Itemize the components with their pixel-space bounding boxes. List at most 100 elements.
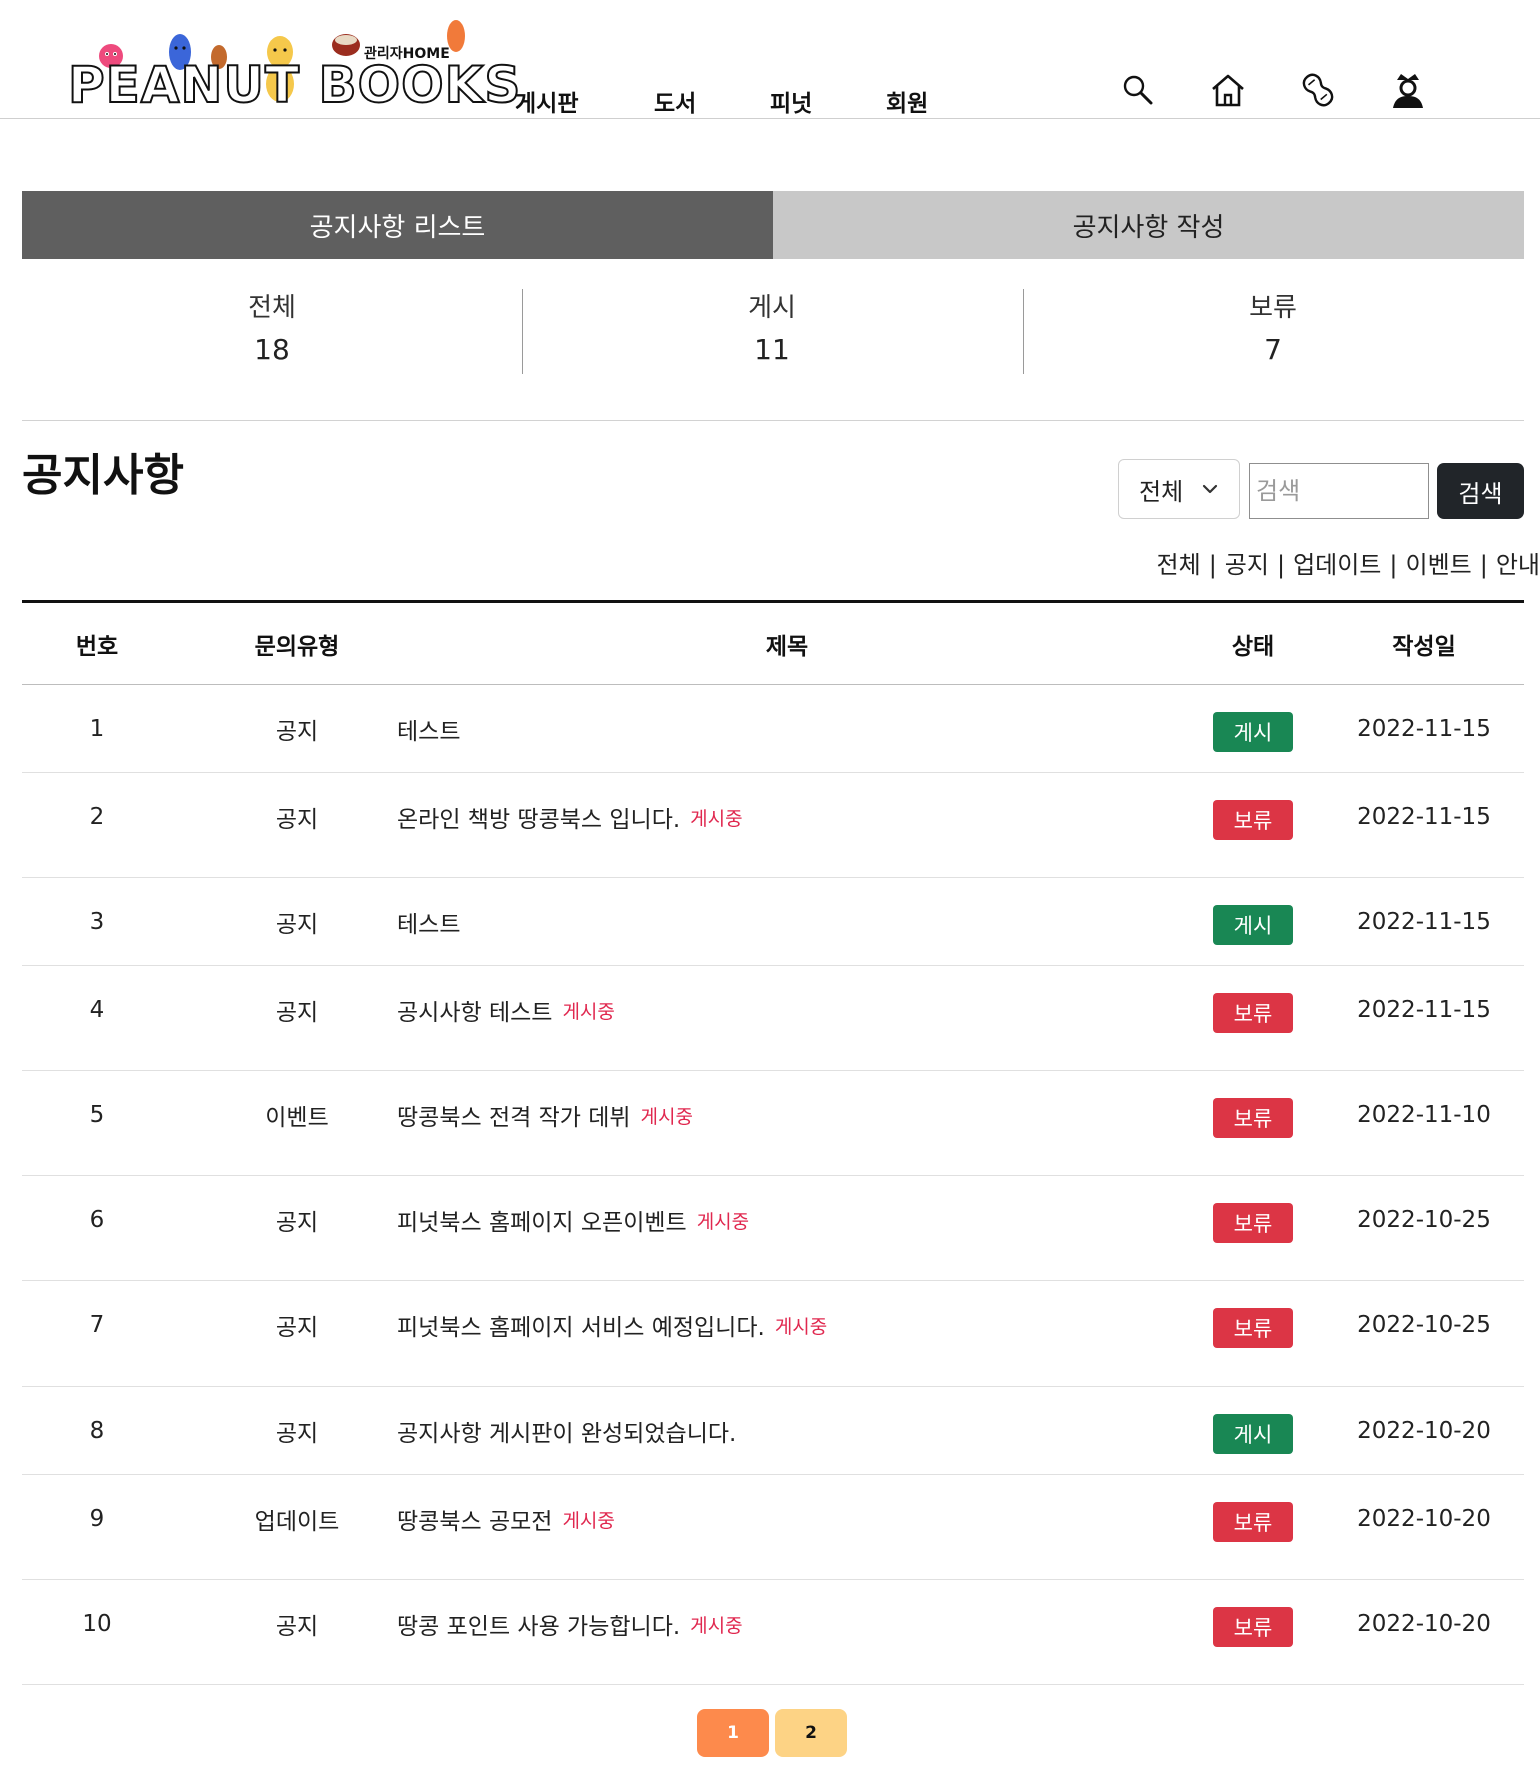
status-badge[interactable]: 보류 bbox=[1213, 1098, 1293, 1138]
row-live-label: 게시중 bbox=[690, 1614, 743, 1637]
category-filter-links: 전체 | 공지 | 업데이트 | 이벤트 | 안내 bbox=[1157, 548, 1540, 582]
row-title-link[interactable]: 테스트 bbox=[397, 712, 460, 746]
home-icon bbox=[1212, 74, 1244, 107]
table-row[interactable]: 2 공지 온라인 책방 땅콩북스 입니다. 게시중 보류 2022-11-15 bbox=[22, 773, 1524, 878]
nav-members[interactable]: 회원 bbox=[886, 84, 928, 118]
table-row[interactable]: 1 공지 테스트 게시 2022-11-15 bbox=[22, 685, 1524, 773]
row-title-cell: 땅콩북스 전격 작가 데뷔 게시중 bbox=[397, 1071, 1177, 1159]
row-title-link[interactable]: 땅콩 포인트 사용 가능합니다. bbox=[397, 1607, 680, 1641]
stat-total-label: 전체 bbox=[248, 293, 296, 323]
stat-posted-label: 게시 bbox=[748, 293, 796, 323]
header-peanut-button[interactable] bbox=[1296, 68, 1340, 112]
status-badge[interactable]: 보류 bbox=[1213, 800, 1293, 840]
page-button-2[interactable]: 2 bbox=[775, 1709, 847, 1757]
row-type: 공지 bbox=[275, 1421, 319, 1447]
row-number: 6 bbox=[89, 1207, 105, 1233]
table-header: 번호 문의유형 제목 상태 작성일 bbox=[22, 603, 1524, 685]
col-header-date: 작성일 bbox=[1392, 634, 1456, 660]
table-row[interactable]: 8 공지 공지사항 게시판이 완성되었습니다. 게시 2022-10-20 bbox=[22, 1387, 1524, 1475]
row-number: 4 bbox=[89, 997, 105, 1023]
top-header: PEANUT BOOKS 관리자HOME 게시판 도서 피넛 회원 bbox=[0, 0, 1540, 119]
row-date: 2022-11-15 bbox=[1357, 997, 1491, 1023]
row-title-link[interactable]: 테스트 bbox=[397, 905, 460, 939]
row-live-label: 게시중 bbox=[562, 1509, 615, 1532]
status-badge[interactable]: 보류 bbox=[1213, 1203, 1293, 1243]
filter-guide[interactable]: 안내 bbox=[1496, 551, 1540, 579]
row-number: 10 bbox=[82, 1611, 112, 1637]
filter-update[interactable]: 업데이트 bbox=[1293, 551, 1381, 579]
table-row[interactable]: 4 공지 공시사항 테스트 게시중 보류 2022-11-15 bbox=[22, 966, 1524, 1071]
filter-separator: | bbox=[1208, 551, 1217, 579]
table-row[interactable]: 6 공지 피넛북스 홈페이지 오픈이벤트 게시중 보류 2022-10-25 bbox=[22, 1176, 1524, 1281]
row-live-label: 게시중 bbox=[696, 1210, 750, 1233]
row-number: 5 bbox=[89, 1102, 105, 1128]
row-title-link[interactable]: 땅콩북스 공모전 bbox=[397, 1502, 552, 1536]
stat-hold: 보류 7 bbox=[1023, 290, 1523, 372]
row-status-cell: 게시 bbox=[1182, 685, 1324, 773]
search-button[interactable]: 검색 bbox=[1437, 463, 1524, 519]
row-status-cell: 보류 bbox=[1182, 1071, 1324, 1159]
row-number: 9 bbox=[89, 1506, 105, 1532]
search-input[interactable] bbox=[1249, 463, 1429, 519]
status-badge[interactable]: 보류 bbox=[1213, 1502, 1293, 1542]
row-type: 공지 bbox=[275, 1210, 319, 1236]
row-live-label: 게시중 bbox=[640, 1105, 693, 1128]
status-badge[interactable]: 게시 bbox=[1213, 1414, 1293, 1454]
stat-total: 전체 18 bbox=[22, 290, 522, 372]
row-date: 2022-10-20 bbox=[1357, 1418, 1491, 1444]
nav-books[interactable]: 도서 bbox=[654, 84, 696, 118]
row-status-cell: 보류 bbox=[1182, 1580, 1324, 1668]
status-badge[interactable]: 게시 bbox=[1213, 712, 1293, 752]
peanut-books-logo[interactable]: PEANUT BOOKS 관리자HOME bbox=[67, 18, 521, 116]
row-type: 공지 bbox=[275, 1000, 319, 1026]
row-date: 2022-10-20 bbox=[1357, 1506, 1491, 1532]
row-title-link[interactable]: 공지사항 게시판이 완성되었습니다. bbox=[397, 1414, 736, 1448]
row-type: 공지 bbox=[275, 807, 319, 833]
row-title-cell: 공지사항 게시판이 완성되었습니다. bbox=[397, 1387, 1177, 1475]
row-title-cell: 피넛북스 홈페이지 오픈이벤트 게시중 bbox=[397, 1176, 1177, 1264]
row-number: 7 bbox=[89, 1312, 105, 1338]
table-row[interactable]: 10 공지 땅콩 포인트 사용 가능합니다. 게시중 보류 2022-10-20 bbox=[22, 1580, 1524, 1685]
table-row[interactable]: 9 업데이트 땅콩북스 공모전 게시중 보류 2022-10-20 bbox=[22, 1475, 1524, 1580]
row-title-link[interactable]: 온라인 책방 땅콩북스 입니다. bbox=[397, 800, 680, 834]
tab-notice-write[interactable]: 공지사항 작성 bbox=[773, 191, 1524, 259]
row-date: 2022-10-25 bbox=[1357, 1312, 1491, 1338]
table-row[interactable]: 5 이벤트 땅콩북스 전격 작가 데뷔 게시중 보류 2022-11-10 bbox=[22, 1071, 1524, 1176]
tab-notice-list[interactable]: 공지사항 리스트 bbox=[22, 191, 773, 259]
admin-home-link[interactable]: 관리자HOME bbox=[364, 43, 450, 63]
row-status-cell: 게시 bbox=[1182, 1387, 1324, 1475]
nav-board[interactable]: 게시판 bbox=[515, 84, 578, 118]
row-title-cell: 공시사항 테스트 게시중 bbox=[397, 966, 1177, 1054]
row-title-link[interactable]: 피넛북스 홈페이지 서비스 예정입니다. bbox=[397, 1308, 765, 1342]
filter-all[interactable]: 전체 bbox=[1157, 551, 1201, 579]
row-number: 3 bbox=[89, 909, 105, 935]
status-badge[interactable]: 보류 bbox=[1213, 993, 1293, 1033]
row-status-cell: 게시 bbox=[1182, 878, 1324, 966]
section-divider bbox=[22, 420, 1524, 421]
filter-notice[interactable]: 공지 bbox=[1225, 551, 1269, 579]
stat-posted-value: 11 bbox=[754, 333, 790, 366]
page-button-1[interactable]: 1 bbox=[697, 1709, 769, 1757]
table-row[interactable]: 7 공지 피넛북스 홈페이지 서비스 예정입니다. 게시중 보류 2022-10-25 bbox=[22, 1281, 1524, 1387]
peanut-icon bbox=[1302, 73, 1334, 107]
table-row[interactable]: 3 공지 테스트 게시 2022-11-15 bbox=[22, 878, 1524, 966]
nav-peanut[interactable]: 피넛 bbox=[770, 84, 812, 118]
header-admin-profile-button[interactable] bbox=[1386, 68, 1430, 112]
col-header-title: 제목 bbox=[765, 634, 809, 660]
header-search-button[interactable] bbox=[1116, 68, 1160, 112]
status-badge[interactable]: 보류 bbox=[1213, 1607, 1293, 1647]
row-title-link[interactable]: 공시사항 테스트 bbox=[397, 993, 552, 1027]
row-title-link[interactable]: 땅콩북스 전격 작가 데뷔 bbox=[397, 1098, 631, 1132]
status-badge[interactable]: 보류 bbox=[1213, 1308, 1293, 1348]
row-title-cell: 땅콩북스 공모전 게시중 bbox=[397, 1475, 1177, 1563]
col-header-number: 번호 bbox=[75, 634, 119, 660]
status-badge[interactable]: 게시 bbox=[1213, 905, 1293, 945]
header-home-button[interactable] bbox=[1206, 68, 1250, 112]
filter-event[interactable]: 이벤트 bbox=[1405, 551, 1471, 579]
row-number: 1 bbox=[89, 716, 105, 742]
category-select[interactable]: 전체 bbox=[1118, 459, 1240, 519]
category-select-value: 전체 bbox=[1139, 477, 1184, 506]
row-title-link[interactable]: 피넛북스 홈페이지 오픈이벤트 bbox=[397, 1203, 687, 1237]
stat-total-value: 18 bbox=[254, 333, 290, 366]
col-header-status: 상태 bbox=[1231, 634, 1275, 660]
